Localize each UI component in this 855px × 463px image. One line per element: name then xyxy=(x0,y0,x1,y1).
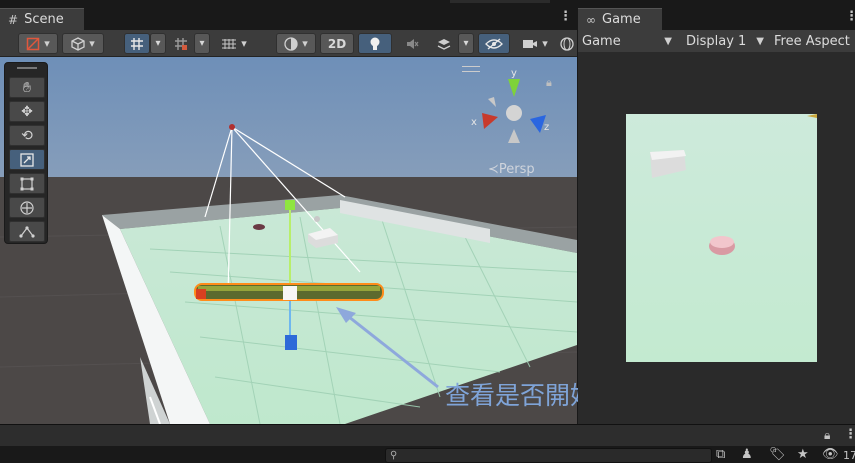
increment-snap-icon xyxy=(175,37,187,50)
rect-transform-icon xyxy=(20,177,34,190)
lighting-toggle-button[interactable] xyxy=(358,33,392,54)
scene-more-icon[interactable]: ⋮ xyxy=(559,10,572,24)
gizmo-z-label: z xyxy=(544,122,549,133)
game-viewport[interactable] xyxy=(578,52,855,424)
transform-tool-button[interactable] xyxy=(9,197,45,218)
scene-viewport[interactable]: y x z xyxy=(0,57,577,424)
shaded-mode-icon xyxy=(26,37,40,50)
tab-game[interactable]: ∞ Game xyxy=(578,8,662,30)
mute-audio-icon xyxy=(407,38,419,49)
hidden-count: 17 xyxy=(843,449,855,462)
chevron-down-icon: ▾ xyxy=(155,38,161,49)
hand-tool-button[interactable]: ✋︎ xyxy=(9,77,45,98)
lock-icon[interactable]: 🔒︎ xyxy=(824,428,830,443)
gizmo-x-label: x xyxy=(471,117,477,128)
palette-grip-icon[interactable] xyxy=(17,67,37,69)
aspect-label: Free Aspect xyxy=(774,33,850,49)
game-mode-label: Game xyxy=(582,33,621,49)
effects-dropdown[interactable]: ▾ xyxy=(458,33,474,54)
chevron-down-icon: ▾ xyxy=(463,38,469,49)
lock-icon[interactable]: 🔒︎ xyxy=(546,76,552,90)
chevron-down-icon: ▼ xyxy=(756,35,764,47)
custom-tool-icon xyxy=(19,225,35,238)
render-mode-dropdown[interactable] xyxy=(62,33,104,54)
hand-icon: ✋︎ xyxy=(23,79,31,96)
rotate-tool-button[interactable]: ⟲ xyxy=(9,125,45,146)
aspect-dropdown[interactable]: Free Aspect xyxy=(770,30,855,52)
scene-render: y x z xyxy=(0,57,577,424)
camera-dropdown[interactable] xyxy=(514,33,556,54)
2d-label: 2D xyxy=(327,36,347,51)
audio-toggle-button[interactable] xyxy=(398,33,426,54)
scale-tool-button[interactable] xyxy=(9,149,45,170)
favorites-star-icon[interactable]: ★ xyxy=(797,447,809,462)
grid-plane-icon xyxy=(222,38,237,49)
scale-icon xyxy=(20,152,34,167)
move-tool-button[interactable]: ✥ xyxy=(9,101,45,122)
draw-mode-dropdown[interactable] xyxy=(18,33,58,54)
tool-palette: ✋︎ ✥ ⟲ xyxy=(4,62,48,244)
gizmos-button[interactable] xyxy=(558,33,576,54)
scene-grid-icon: # xyxy=(8,12,19,27)
transform-icon xyxy=(20,200,34,215)
hidden-packages-icon[interactable]: 👁︎ xyxy=(822,447,839,462)
filter-by-type-icon[interactable]: ♟ xyxy=(741,447,753,462)
effects-layers-icon xyxy=(437,38,451,50)
display-label: Display 1 xyxy=(686,33,747,49)
shading-dropdown[interactable] xyxy=(276,33,316,54)
projection-label[interactable]: ≺Persp xyxy=(488,162,535,177)
rect-tool-button[interactable] xyxy=(9,173,45,194)
lightbulb-icon xyxy=(370,37,380,50)
scene-view-menu-icon[interactable] xyxy=(462,66,480,72)
game-mode-dropdown[interactable]: Game ▼ xyxy=(578,30,676,52)
grid-snap-icon xyxy=(131,37,143,50)
bottom-more-icon[interactable]: ⋮ xyxy=(844,427,855,442)
gamepad-icon: ∞ xyxy=(586,12,596,27)
move-arrows-icon: ✥ xyxy=(21,103,33,120)
top-marker xyxy=(450,0,550,3)
scene-filter-icon[interactable]: ⧉ xyxy=(716,447,725,462)
sphere-icon xyxy=(284,36,298,51)
tab-game-label: Game xyxy=(602,12,641,27)
tab-scene[interactable]: # Scene xyxy=(0,8,84,30)
game-render xyxy=(626,114,817,362)
hidden-eye-icon xyxy=(485,37,503,50)
label-tag-icon[interactable]: 🏷︎ xyxy=(769,447,786,462)
effects-button[interactable] xyxy=(430,33,458,54)
search-icon: ⚲ xyxy=(390,450,398,461)
custom-tool-button[interactable] xyxy=(9,221,45,242)
window-tab-strip: # Scene ⋮ ∞ Game ⋮ xyxy=(0,0,855,30)
search-input[interactable]: ⚲ xyxy=(385,448,712,463)
2d-toggle-button[interactable]: 2D xyxy=(320,33,354,54)
cube-icon xyxy=(71,36,85,51)
scene-visibility-button[interactable] xyxy=(478,33,510,54)
grid-visibility-dropdown[interactable] xyxy=(212,33,256,54)
grid-snap-button[interactable] xyxy=(124,33,150,54)
game-more-icon[interactable]: ⋮ xyxy=(845,10,855,24)
increment-snap-button[interactable] xyxy=(170,33,192,54)
grid-snap-dropdown[interactable]: ▾ xyxy=(150,33,166,54)
bottom-panel-header: 🔒︎ ⋮ xyxy=(0,424,855,446)
display-dropdown[interactable]: Display 1 ▼ xyxy=(682,30,768,52)
scene-toolbar: ▾ ▾ 2D ▾ xyxy=(0,30,577,57)
rotate-icon: ⟲ xyxy=(21,127,33,144)
globe-icon xyxy=(560,36,574,51)
gizmo-y-label: y xyxy=(511,68,517,79)
chevron-down-icon: ▾ xyxy=(199,38,205,49)
tab-scene-label: Scene xyxy=(24,12,64,27)
camera-icon xyxy=(523,39,538,48)
game-toolbar: Game ▼ Display 1 ▼ Free Aspect xyxy=(578,30,855,52)
chevron-down-icon: ▼ xyxy=(664,35,672,47)
increment-snap-dropdown[interactable]: ▾ xyxy=(194,33,210,54)
